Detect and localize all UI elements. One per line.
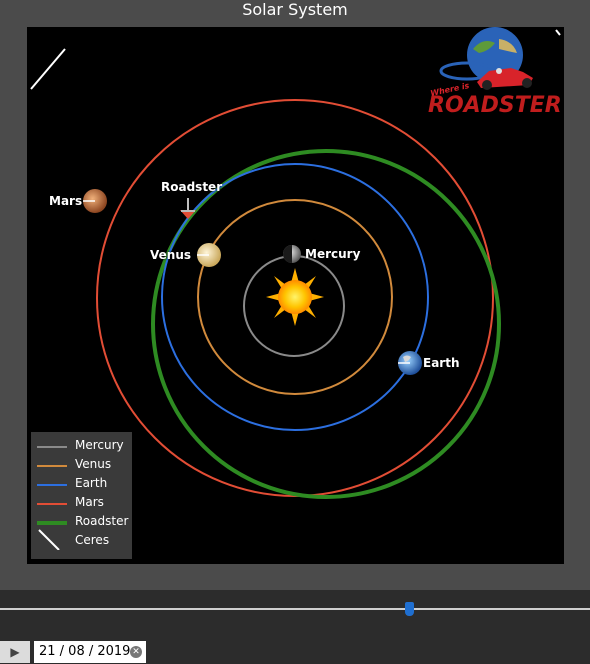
legend-swatch bbox=[37, 521, 67, 525]
legend-item-mars[interactable]: Mars bbox=[37, 494, 132, 513]
roadster-label: Roadster bbox=[161, 180, 223, 194]
roadster-logo bbox=[439, 27, 533, 90]
ceres-orbit-segment bbox=[555, 29, 561, 36]
legend-label: Roadster bbox=[75, 514, 129, 528]
legend-swatch bbox=[38, 529, 60, 550]
timeline-slider-track[interactable] bbox=[0, 608, 590, 610]
solar-system-canvas[interactable]: Where is ROADSTER? Mercury Venus Earth M… bbox=[27, 27, 564, 564]
mercury-label: Mercury bbox=[305, 247, 361, 261]
sun-icon bbox=[266, 268, 324, 326]
play-icon: ▶ bbox=[10, 645, 20, 659]
legend-item-venus[interactable]: Venus bbox=[37, 456, 132, 475]
mars-label: Mars bbox=[49, 194, 83, 208]
date-value: 21 / 08 / 2019 bbox=[39, 644, 131, 659]
legend-item-ceres[interactable]: Ceres bbox=[37, 529, 132, 551]
legend-label: Ceres bbox=[75, 533, 110, 547]
venus-label: Venus bbox=[150, 248, 191, 262]
timeline-slider-handle[interactable] bbox=[405, 602, 414, 616]
mars-icon[interactable] bbox=[83, 189, 107, 213]
clear-icon[interactable]: ✕ bbox=[130, 646, 142, 658]
legend-swatch bbox=[37, 446, 67, 448]
legend-label: Venus bbox=[75, 457, 112, 471]
app-title: Solar System bbox=[242, 0, 348, 19]
roadster-orbit bbox=[151, 149, 501, 499]
legend-label: Mercury bbox=[75, 438, 124, 452]
venus-icon[interactable] bbox=[197, 243, 221, 267]
earth-label: Earth bbox=[423, 356, 460, 370]
ceres-orbit bbox=[30, 48, 66, 90]
timeline-controls: ▶ 21 / 08 / 2019 ✕ bbox=[0, 590, 590, 664]
date-input[interactable]: 21 / 08 / 2019 ✕ bbox=[34, 641, 146, 663]
orbit-legend: Mercury Venus Earth Mars Roadster Ceres bbox=[31, 432, 132, 559]
mercury-icon[interactable] bbox=[283, 245, 301, 263]
legend-item-mercury[interactable]: Mercury bbox=[37, 437, 132, 456]
play-button[interactable]: ▶ bbox=[0, 641, 30, 663]
legend-label: Mars bbox=[75, 495, 104, 509]
legend-swatch bbox=[37, 484, 67, 486]
legend-swatch bbox=[37, 465, 67, 467]
legend-swatch bbox=[37, 503, 67, 505]
legend-item-earth[interactable]: Earth bbox=[37, 475, 132, 494]
roadster-icon[interactable] bbox=[180, 198, 196, 219]
logo-text-main: ROADSTER? bbox=[428, 93, 564, 118]
legend-label: Earth bbox=[75, 476, 108, 490]
earth-icon[interactable] bbox=[398, 351, 422, 375]
